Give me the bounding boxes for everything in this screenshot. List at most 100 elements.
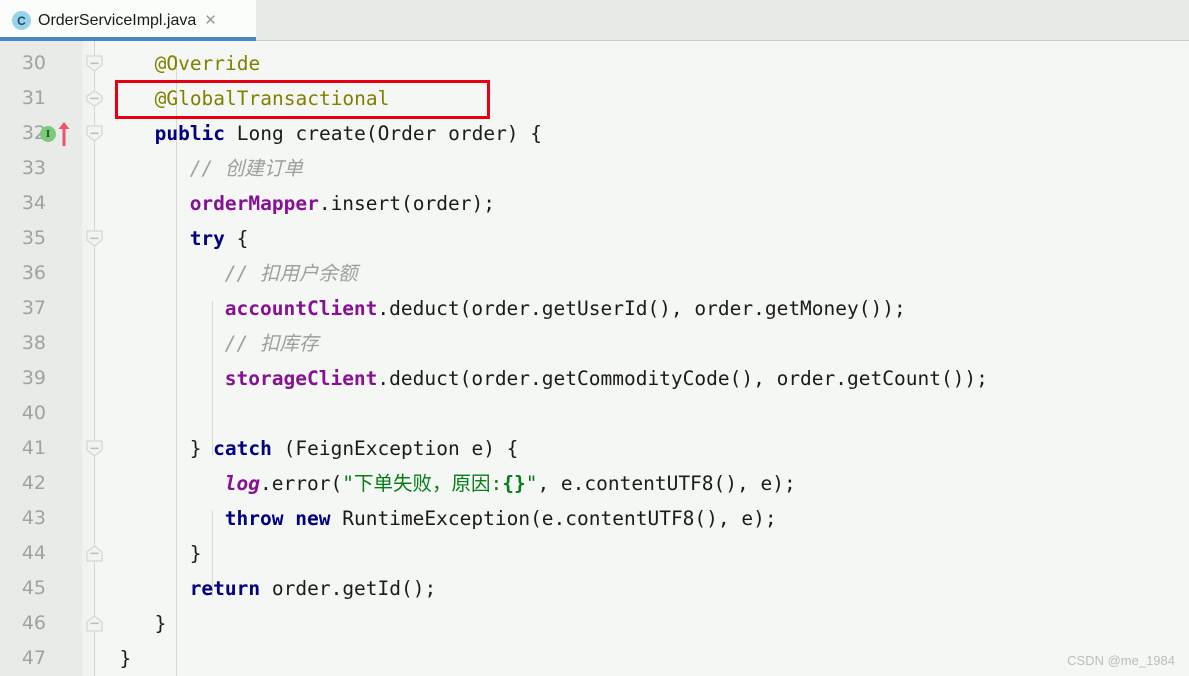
code-token-plain: RuntimeException(e.contentUTF8(), e); [330, 507, 777, 530]
code-text[interactable]: } [120, 641, 132, 676]
code-token-plain: } [119, 647, 132, 670]
line-number: 36 [21, 262, 46, 284]
line-number: 44 [21, 542, 46, 564]
implementing-method-icon[interactable]: I [40, 126, 56, 142]
line-number: 31 [21, 87, 46, 109]
code-text[interactable]: // 扣库存 [225, 326, 319, 361]
line-number: 39 [21, 367, 46, 389]
code-line-row[interactable]: 46} [0, 606, 1189, 641]
code-text[interactable]: // 扣用户余额 [225, 256, 358, 291]
code-token-comment: // 扣库存 [224, 332, 319, 355]
code-token-plain: .error( [260, 472, 343, 495]
code-token-kw: throw [224, 507, 284, 530]
code-token-plain: .insert(order); [318, 192, 495, 215]
code-line-row[interactable]: 35 try { [0, 221, 1189, 256]
code-line-row[interactable]: 42 log.error("下单失败，原因:{}", e.contentUTF8(… [0, 466, 1189, 501]
code-text[interactable]: } catch (FeignException e) { [190, 431, 519, 466]
code-fold-up-icon[interactable] [86, 615, 103, 632]
code-token-anno: @GlobalTransactional [154, 87, 390, 110]
java-class-icon: C [12, 11, 31, 30]
code-token-field: storageClient [224, 367, 378, 390]
code-line-row[interactable]: 30 @Override [0, 46, 1189, 81]
code-line-row[interactable]: 43 throw new RuntimeException(e.contentUT… [0, 501, 1189, 536]
code-token-comment: // 扣用户余额 [224, 262, 358, 285]
code-line-row[interactable]: 37 accountClient.deduct(order.getUserId()… [0, 291, 1189, 326]
ide-editor-window: C OrderServiceImpl.java ✕ 30 @Override 31 @… [0, 0, 1189, 676]
code-token-plain: .deduct(order.getCommodityCode(), order.… [377, 367, 988, 390]
code-token-plain: (FeignException e) { [271, 437, 519, 460]
code-token-kw: public [154, 122, 226, 145]
code-text[interactable]: @GlobalTransactional [155, 81, 390, 116]
code-token-str: "下单失败，原因: [342, 472, 503, 495]
code-line-row[interactable]: 44} [0, 536, 1189, 571]
code-line-row[interactable]: 38 // 扣库存 [0, 326, 1189, 361]
code-fold-down-icon[interactable] [86, 230, 103, 247]
line-number: 43 [21, 507, 46, 529]
editor-tab-bar: C OrderServiceImpl.java ✕ [0, 0, 1189, 41]
code-text[interactable]: // 创建订单 [190, 151, 303, 186]
line-number: 40 [21, 402, 46, 424]
code-token-sfield: log [224, 472, 261, 495]
code-token-field: orderMapper [189, 192, 319, 215]
code-fold-down-icon[interactable] [86, 440, 103, 457]
code-token-kw: return [189, 577, 261, 600]
code-text[interactable]: public Long create(Order order) { [155, 116, 542, 151]
code-text[interactable]: @Override [155, 46, 261, 81]
code-text[interactable]: orderMapper.insert(order); [190, 186, 495, 221]
line-number: 37 [21, 297, 46, 319]
code-line-row[interactable]: 47} [0, 641, 1189, 676]
line-number: 35 [21, 227, 46, 249]
code-fold-up-icon[interactable] [86, 545, 103, 562]
code-token-field: accountClient [224, 297, 378, 320]
line-number: 46 [21, 612, 46, 634]
code-text[interactable]: storageClient.deduct(order.getCommodityC… [225, 361, 988, 396]
code-fold-down-icon[interactable] [86, 125, 103, 142]
code-text[interactable]: accountClient.deduct(order.getUserId(), … [225, 291, 906, 326]
code-line-row[interactable]: 41} catch (FeignException e) { [0, 431, 1189, 466]
line-number: 30 [21, 52, 46, 74]
line-number: 34 [21, 192, 46, 214]
code-editor-area[interactable]: 30 @Override 31 @GlobalTransactional 32 publi… [0, 41, 1189, 676]
code-token-plain: order.getId(); [260, 577, 437, 600]
code-text[interactable]: return order.getId(); [190, 571, 437, 606]
code-token-kw: catch [213, 437, 272, 460]
code-line-row[interactable]: 39 storageClient.deduct(order.getCommodit… [0, 361, 1189, 396]
code-token-plain: { [224, 227, 249, 250]
code-text[interactable]: } [155, 606, 167, 641]
code-token-plain: .deduct(order.getUserId(), order.getMone… [377, 297, 906, 320]
code-line-row[interactable]: 36 // 扣用户余额 [0, 256, 1189, 291]
code-text[interactable]: throw new RuntimeException(e.contentUTF8… [225, 501, 777, 536]
code-line-row[interactable]: 32 public Long create(Order order) { [0, 116, 1189, 151]
code-fold-both-icon[interactable] [86, 90, 103, 107]
code-fold-down-icon[interactable] [86, 55, 103, 72]
code-token-kw: try [189, 227, 225, 250]
code-text[interactable]: log.error("下单失败，原因:{}", e.contentUTF8(),… [225, 466, 796, 501]
code-text[interactable]: try { [190, 221, 249, 256]
watermark-text: CSDN @me_1984 [1067, 653, 1175, 668]
override-arrow-icon[interactable] [58, 122, 70, 146]
line-number: 33 [21, 157, 46, 179]
code-token-comment: // 创建订单 [189, 157, 303, 180]
tab-label: OrderServiceImpl.java [38, 11, 197, 29]
code-text[interactable]: } [190, 536, 202, 571]
code-line-row[interactable]: 40 [0, 396, 1189, 431]
line-number: 47 [21, 647, 46, 669]
code-token-kw: new [295, 507, 331, 530]
code-token-plain: Long create(Order order) { [225, 122, 543, 145]
line-number: 45 [21, 577, 46, 599]
code-line-row[interactable]: 34 orderMapper.insert(order); [0, 186, 1189, 221]
tab-orderserviceimpl-java[interactable]: C OrderServiceImpl.java ✕ [0, 0, 256, 41]
code-line-row[interactable]: 45 return order.getId(); [0, 571, 1189, 606]
close-icon[interactable]: ✕ [204, 13, 217, 28]
code-token-plain: } [189, 542, 202, 565]
code-token-strfmt: {} [502, 472, 526, 495]
code-line-row[interactable]: 33 // 创建订单 [0, 151, 1189, 186]
code-line-row[interactable]: 31 @GlobalTransactional [0, 81, 1189, 116]
code-token-plain: , e.contentUTF8(), e); [537, 472, 796, 495]
code-token-plain: } [154, 612, 167, 635]
code-token-anno: @Override [154, 52, 261, 75]
code-token-plain: } [189, 437, 214, 460]
code-token-str: " [525, 472, 538, 495]
line-number: 42 [21, 472, 46, 494]
